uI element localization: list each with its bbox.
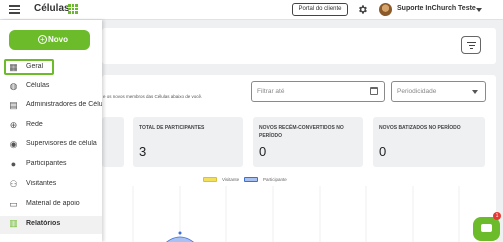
filter-button[interactable]: [461, 36, 481, 54]
report-icon: ▥: [9, 218, 18, 228]
periodicity-select[interactable]: Periodicidade: [391, 81, 486, 102]
chart-area: [132, 186, 460, 242]
admin-icon: ▤: [9, 100, 18, 110]
sidebar-item-label: Rede: [26, 121, 43, 128]
sidebar-item-visitantes[interactable]: ⚇ Visitantes: [0, 177, 102, 193]
participant-area: [165, 236, 195, 242]
sidebar-item-rede[interactable]: ⊕ Rede: [0, 118, 102, 134]
participant-point: [178, 231, 182, 235]
chevron-down-icon: [472, 90, 478, 94]
filter-icon-line: [468, 45, 475, 46]
notification-badge: 1: [493, 212, 501, 220]
sidebar-item-relatorios[interactable]: ▥ Relatórios: [0, 216, 102, 234]
sidebar-item-label: Relatórios: [26, 220, 61, 227]
sidebar-item-label: Material de apoio: [26, 200, 80, 207]
stat-label: NOVOS BATIZADOS NO PERÍODO: [379, 125, 461, 131]
legend-swatch-visitor: [203, 177, 217, 182]
visitors-icon: ⚇: [9, 179, 18, 189]
new-button[interactable]: + Novo: [9, 30, 90, 50]
sidebar-item-label: Visitantes: [26, 180, 57, 187]
description-text: e os novos membros das Células abaixo de…: [103, 94, 203, 99]
sidebar-item-supervisores[interactable]: ◉ Supervisores de célula: [0, 137, 102, 153]
filter-date-input[interactable]: Filtrar até: [251, 81, 385, 102]
sidebar-item-participantes[interactable]: ● Participantes: [0, 157, 102, 173]
sidebar-item-label: Participantes: [26, 160, 67, 167]
stat-value: 0: [259, 144, 267, 159]
legend-visitor: Visitante: [222, 177, 240, 182]
menu-icon[interactable]: [9, 5, 20, 14]
filter-icon: [467, 42, 476, 43]
legend-swatch-participant: [244, 177, 258, 182]
filter-card: [102, 28, 496, 64]
top-bar: Células Portal do cliente Suporte InChur…: [0, 0, 503, 20]
filter-icon-line: [470, 48, 473, 49]
sidebar-item-celulas[interactable]: ◍ Células: [0, 79, 102, 95]
chat-button[interactable]: 1: [473, 212, 501, 241]
plus-icon: +: [38, 35, 47, 44]
chevron-down-icon[interactable]: [476, 8, 482, 12]
legend-participant: Participante: [263, 177, 287, 182]
network-icon: ⊕: [9, 120, 18, 130]
sidebar-item-administradores[interactable]: ▤ Administradores de Célula: [0, 98, 102, 114]
sidebar-item-label: Administradores de Célula: [26, 101, 102, 108]
stat-card-new-converts: NOVOS RECÉM-CONVERTIDOS NO PERÍODO 0: [253, 117, 363, 167]
portal-button[interactable]: Portal do cliente: [292, 3, 348, 16]
globe-icon: ◍: [9, 81, 18, 91]
sidebar-item-material[interactable]: ▭ Material de apoio: [0, 197, 102, 213]
stat-card-new-baptized: NOVOS BATIZADOS NO PERÍODO 0: [373, 117, 485, 167]
stat-value: 0: [379, 144, 387, 159]
participants-icon: ●: [10, 159, 17, 169]
new-button-label: Novo: [48, 35, 68, 44]
sidebar: + Novo ▦ Geral ◍ Células ▤ Administrador…: [0, 20, 102, 242]
stat-label: NOVOS RECÉM-CONVERTIDOS NO PERÍODO: [259, 125, 344, 139]
calendar-icon[interactable]: [370, 87, 378, 95]
stat-card: [102, 117, 124, 167]
folder-icon: ▭: [9, 199, 18, 209]
chat-icon: [481, 224, 492, 232]
stat-card-total-participants: TOTAL DE PARTICIPANTES 3: [133, 117, 243, 167]
user-name[interactable]: Suporte InChurch Teste: [397, 5, 476, 12]
stat-value: 3: [139, 144, 147, 159]
apps-grid-icon[interactable]: [68, 4, 78, 14]
sidebar-item-label: Supervisores de célula: [26, 140, 97, 147]
filter-date-placeholder: Filtrar até: [257, 88, 285, 95]
app-title: Células: [34, 3, 70, 14]
sidebar-item-label: Células: [26, 82, 50, 89]
active-item-highlight: [4, 59, 54, 75]
supervisor-icon: ◉: [9, 139, 18, 149]
gear-icon[interactable]: [357, 4, 368, 15]
periodicity-placeholder: Periodicidade: [397, 88, 437, 95]
avatar[interactable]: [379, 3, 392, 16]
stat-label: TOTAL DE PARTICIPANTES: [139, 125, 205, 131]
